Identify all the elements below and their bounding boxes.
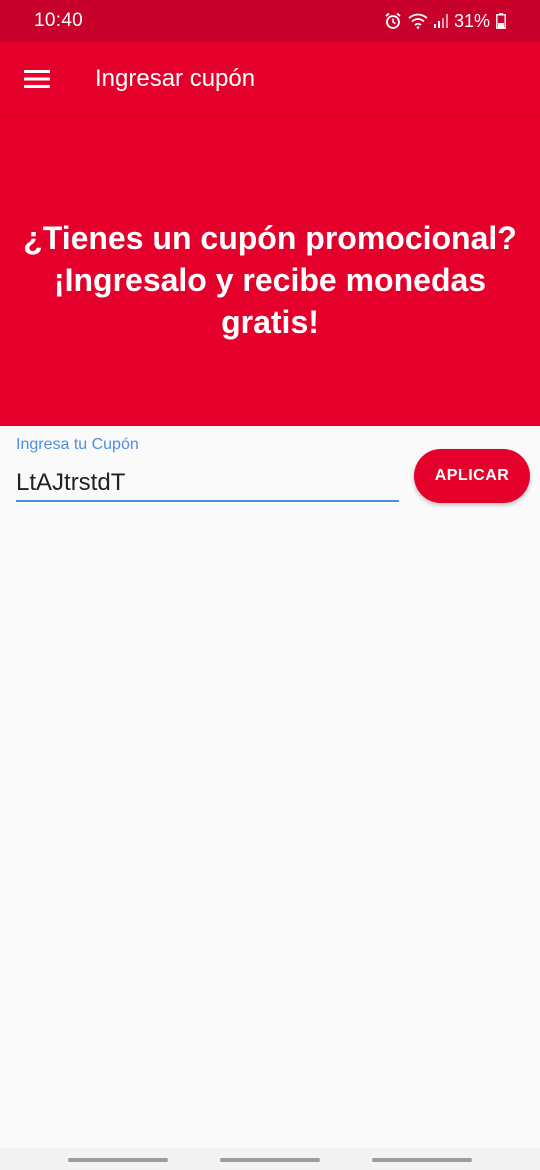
- page-title: Ingresar cupón: [95, 64, 256, 92]
- promo-banner-text: ¿Tienes un cupón promocional? ¡Ingresalo…: [23, 220, 517, 340]
- status-time: 10:40: [34, 10, 84, 31]
- gesture-nav-bar: [0, 1148, 540, 1170]
- coupon-field: Ingresa tu Cupón: [16, 436, 399, 508]
- signal-icon: [433, 14, 448, 28]
- battery-icon: [496, 13, 506, 29]
- coupon-screen: 10:40 31% Ingresar cupón ¿Tienes un cupó…: [0, 0, 540, 1170]
- promo-banner: ¿Tienes un cupón promocional? ¡Ingresalo…: [0, 116, 540, 426]
- hamburger-menu-icon: [24, 69, 50, 88]
- apply-button[interactable]: APLICAR: [414, 449, 530, 503]
- wifi-icon: [408, 13, 428, 29]
- coupon-input[interactable]: [16, 466, 399, 502]
- nav-gesture-right[interactable]: [372, 1158, 472, 1162]
- nav-gesture-left[interactable]: [68, 1158, 168, 1162]
- status-bar: 10:40 31%: [0, 0, 540, 42]
- app-bar: Ingresar cupón: [0, 42, 540, 116]
- hamburger-menu-button[interactable]: [0, 42, 74, 116]
- nav-gesture-center[interactable]: [220, 1158, 320, 1162]
- status-icons: 31%: [384, 11, 506, 32]
- alarm-icon: [384, 12, 402, 30]
- coupon-label: Ingresa tu Cupón: [16, 436, 139, 453]
- battery-percent: 31%: [453, 10, 490, 31]
